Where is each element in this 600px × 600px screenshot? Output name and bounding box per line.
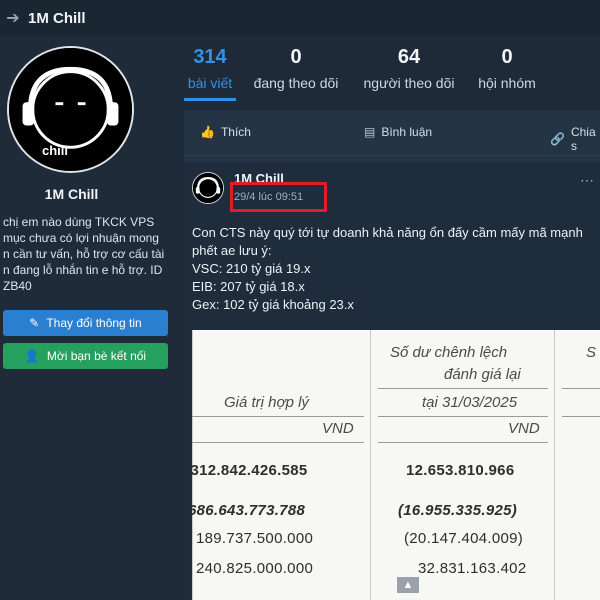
post-body: Con CTS này quý tới tự doanh khả năng ổn… bbox=[192, 224, 600, 314]
profile-bio: chị em nào dùng TKCK VPS mục chưa có lợi… bbox=[3, 214, 175, 294]
post: 1M Chill 29/4 lúc 09:51 ⋯ Con CTS này qu… bbox=[184, 162, 600, 600]
table-cell: .312.842.426.585 bbox=[192, 462, 308, 479]
bio-line: chị em nào dùng TKCK VPS bbox=[3, 215, 155, 229]
stat-followers-label: người theo dõi bbox=[363, 75, 455, 91]
table-cell: (20.147.404.009) bbox=[404, 530, 524, 547]
table-rule bbox=[562, 416, 600, 417]
comment-button[interactable]: ▤ Bình luận bbox=[364, 125, 432, 139]
stat-following-value: 0 bbox=[290, 46, 302, 68]
table-header-col1: Giá trị hợp lý bbox=[224, 394, 309, 411]
edit-profile-label: Thay đổi thông tin bbox=[46, 316, 142, 330]
like-button[interactable]: 👍 Thích bbox=[200, 125, 251, 139]
thumbs-up-icon: 👍 bbox=[200, 125, 215, 139]
post-line: Con CTS này quý tới tự doanh khả năng ổn… bbox=[192, 225, 583, 240]
table-header-col2-line1: Số dư chênh lệch bbox=[390, 344, 508, 361]
avatar-logo-text: chill bbox=[42, 143, 69, 158]
stat-posts-label: bài viết bbox=[187, 75, 233, 91]
stat-followers[interactable]: 64 người theo dõi bbox=[358, 46, 460, 91]
profile-stats: 314 bài viết 0 đang theo dõi 64 người th… bbox=[184, 36, 600, 104]
table-cell: 189.737.500.000 bbox=[196, 530, 314, 547]
table-header-col3: S bbox=[586, 344, 597, 361]
table-header-col2-line2: đánh giá lại bbox=[444, 366, 521, 383]
headphones-icon bbox=[193, 173, 223, 203]
profile-name: 1M Chill bbox=[44, 186, 99, 202]
table-cell: 32.831.163.402 bbox=[418, 560, 527, 577]
stat-groups-value: 0 bbox=[501, 46, 513, 68]
comment-label: Bình luận bbox=[381, 125, 433, 139]
share-button[interactable]: 🔗 Chia s bbox=[550, 125, 600, 153]
invite-friends-button[interactable]: 👤 Mời bạn bè kết nối bbox=[3, 343, 168, 369]
post-author-avatar[interactable] bbox=[192, 172, 224, 204]
table-cell: 12.653.810.966 bbox=[406, 462, 515, 479]
arrow-right-icon[interactable]: ➔ bbox=[0, 8, 26, 28]
share-icon: 🔗 bbox=[550, 132, 565, 146]
table-unit-col2: VND bbox=[508, 420, 540, 437]
top-bar: ➔ 1M Chill bbox=[0, 0, 600, 36]
like-label: Thích bbox=[220, 125, 251, 139]
page-title: 1M Chill bbox=[28, 9, 86, 27]
profile-sidebar: chill 1M Chill chị em nào dùng TKCK VPS … bbox=[0, 36, 178, 600]
table-cell: 686.643.773.788 bbox=[192, 502, 306, 519]
stat-posts[interactable]: 314 bài viết bbox=[184, 46, 236, 91]
table-rule bbox=[378, 388, 548, 389]
table-rule bbox=[562, 388, 600, 389]
stat-groups-label: hội nhóm bbox=[478, 75, 536, 91]
arrow-up-icon[interactable]: ▲ bbox=[397, 577, 419, 593]
more-options-icon[interactable]: ⋯ bbox=[580, 172, 594, 189]
post-line: EIB: 207 tỷ giá 18.x bbox=[192, 279, 305, 294]
table-rule bbox=[192, 442, 364, 443]
table-rule bbox=[378, 442, 548, 443]
active-tab-indicator bbox=[184, 98, 236, 101]
invite-friends-label: Mời bạn bè kết nối bbox=[46, 349, 147, 363]
share-label: Chia s bbox=[570, 125, 596, 153]
post-line: VSC: 210 tỷ giá 19.x bbox=[192, 261, 311, 276]
stat-following-label: đang theo dõi bbox=[253, 75, 339, 91]
table-divider bbox=[554, 330, 555, 600]
bio-line: mục chưa có lợi nhuận mong bbox=[3, 231, 159, 245]
add-user-icon: 👤 bbox=[24, 349, 40, 363]
table-header-col2-date: tại 31/03/2025 bbox=[422, 394, 518, 411]
post-line: Gex: 102 tỷ giá khoảng 23.x bbox=[192, 297, 354, 312]
post-card: 👍 Thích ▤ Bình luận 🔗 Chia s 1M Chill 29… bbox=[184, 110, 600, 600]
comment-icon: ▤ bbox=[364, 125, 376, 139]
timestamp-highlight-box bbox=[230, 182, 327, 212]
table-cell: (16.955.335.925) bbox=[398, 502, 518, 519]
table-divider bbox=[370, 330, 371, 600]
post-actions-bar: 👍 Thích ▤ Bình luận 🔗 Chia s bbox=[184, 110, 600, 156]
edit-profile-button[interactable]: ✎ Thay đổi thông tin bbox=[3, 310, 168, 336]
bio-line: ZB40 bbox=[3, 279, 32, 293]
avatar[interactable]: chill bbox=[7, 46, 134, 173]
stat-groups[interactable]: 0 hội nhóm bbox=[474, 46, 540, 91]
stat-following[interactable]: 0 đang theo dõi bbox=[250, 46, 342, 91]
table-cell: 240.825.000.000 bbox=[196, 560, 314, 577]
stat-followers-value: 64 bbox=[397, 46, 421, 68]
post-line: phết ae lưu ý: bbox=[192, 243, 272, 258]
pencil-icon: ✎ bbox=[29, 316, 40, 330]
table-rule bbox=[192, 416, 364, 417]
table-rule bbox=[378, 416, 548, 417]
stat-posts-value: 314 bbox=[193, 46, 227, 68]
bio-line: n cần tư vấn, hỗ trợ cơ cấu tài bbox=[3, 247, 165, 261]
headphones-icon bbox=[9, 48, 132, 171]
table-unit-col1: VND bbox=[322, 420, 354, 437]
bio-line: n đang lỗ nhắn tin e hỗ trợ. ID bbox=[3, 263, 163, 277]
post-image-financial-table[interactable]: Số dư chênh lệch đánh giá lại S Giá trị … bbox=[192, 330, 600, 600]
